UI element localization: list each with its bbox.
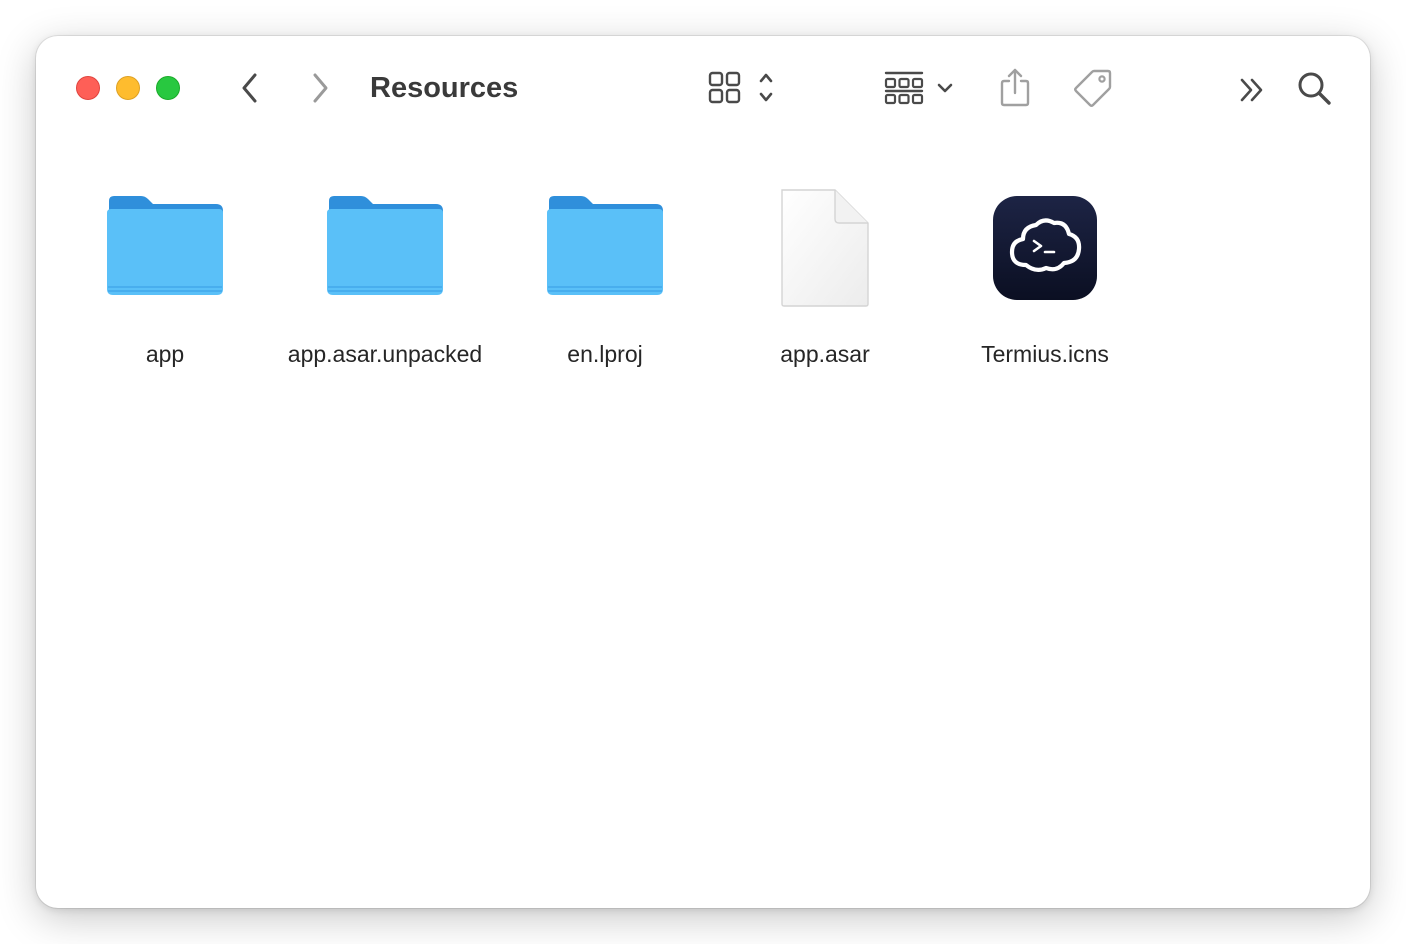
tag-button[interactable] [1070,66,1116,110]
icon-container [525,168,685,328]
file-item-app-asar[interactable]: app.asar [715,168,935,370]
folder-icon [107,196,223,295]
file-grid: app app.asar.unpacked en.lproj app.asar … [36,140,1370,908]
document-icon [781,189,869,307]
file-name: app.asar.unpacked [287,341,483,367]
icon-grid-view-icon [708,71,773,104]
icon-container [745,168,905,328]
icon-container [305,168,465,328]
file-item-app-asar-unpacked[interactable]: app.asar.unpacked [275,168,495,370]
file-item-termius-icns[interactable]: Termius.icns [935,168,1155,370]
view-mode-button[interactable] [704,68,780,108]
chevron-right-icon [313,73,328,103]
folder-icon [327,196,443,295]
termius-app-icon [993,196,1097,300]
back-button[interactable] [232,68,268,108]
file-name: Termius.icns [981,341,1109,367]
search-icon [1298,72,1331,105]
double-chevron-right-icon [1240,78,1263,102]
finder-window: Resources app app.asar.unpacked en.lproj… [36,36,1370,908]
group-by-button[interactable] [882,68,958,108]
file-name: app [145,341,185,367]
icon-container [965,168,1125,328]
icon-container [85,168,245,328]
tag-icon [1074,69,1112,107]
share-button[interactable] [994,64,1036,110]
folder-icon [547,196,663,295]
group-by-icon [884,71,953,105]
chevron-left-icon [242,73,257,103]
file-item-en-lproj[interactable]: en.lproj [495,168,715,370]
file-name: en.lproj [567,341,643,367]
minimize-button[interactable] [116,76,140,100]
forward-button[interactable] [302,68,338,108]
search-button[interactable] [1292,66,1336,110]
file-name: app.asar [780,341,870,367]
share-icon [1000,68,1030,107]
window-title: Resources [370,72,519,104]
zoom-button[interactable] [156,76,180,100]
close-button[interactable] [76,76,100,100]
more-toolbar-items-button[interactable] [1232,70,1272,110]
toolbar: Resources [36,36,1370,140]
file-item-app[interactable]: app [55,168,275,370]
